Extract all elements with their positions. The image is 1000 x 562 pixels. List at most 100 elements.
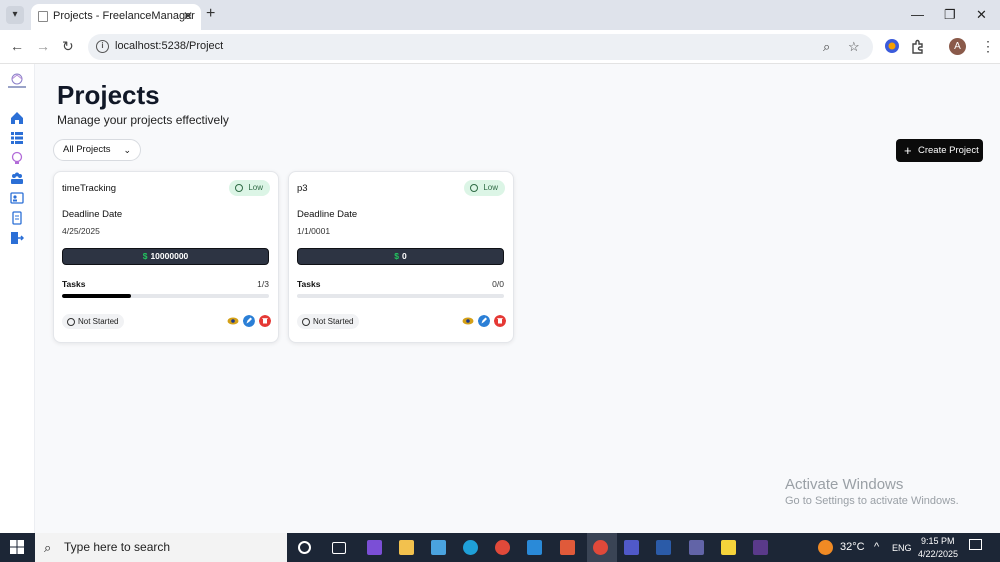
word-icon[interactable]: [656, 540, 671, 555]
media-app-icon[interactable]: [753, 540, 768, 555]
project-name: p3: [297, 183, 308, 194]
deadline-value: 4/25/2025: [62, 226, 100, 236]
notifications-icon[interactable]: [969, 539, 982, 550]
clients-icon[interactable]: [10, 191, 24, 205]
list-icon[interactable]: [10, 131, 24, 145]
delete-trash-icon[interactable]: [259, 315, 271, 327]
extensions-puzzle-icon[interactable]: [910, 38, 926, 54]
dollar-icon: $: [394, 251, 399, 261]
page-subtitle: Manage your projects effectively: [57, 113, 229, 127]
taskbar-search-placeholder: Type here to search: [64, 540, 171, 554]
tasks-progress-fill: [62, 294, 131, 298]
bookmark-star-icon[interactable]: ☆: [848, 39, 860, 55]
tasks-label: Tasks: [297, 279, 321, 289]
edit-pencil-icon[interactable]: [478, 315, 490, 327]
address-bar[interactable]: i localhost:5238/Project ⌕ ☆: [88, 34, 873, 60]
team-icon[interactable]: [10, 171, 24, 185]
tray-chevron-icon[interactable]: ^: [874, 541, 879, 553]
search-icon: ⌕: [44, 540, 52, 555]
view-eye-icon[interactable]: [462, 315, 474, 327]
edge-icon[interactable]: [463, 540, 478, 555]
home-icon[interactable]: [10, 111, 24, 125]
language-indicator[interactable]: ENG: [892, 543, 912, 553]
sticky-notes-icon[interactable]: [721, 540, 736, 555]
status-badge: Not Started: [62, 314, 125, 329]
window-close-button[interactable]: ✕: [976, 7, 987, 23]
bulb-icon[interactable]: [10, 151, 24, 165]
tab-search-button[interactable]: ▾: [6, 6, 24, 24]
weather-icon[interactable]: [818, 540, 833, 555]
create-project-button[interactable]: + Create Project: [896, 139, 983, 162]
url-text: localhost:5238/Project: [115, 40, 224, 52]
plus-icon: +: [904, 143, 912, 158]
deadline-label: Deadline Date: [297, 209, 358, 220]
tab-close-icon[interactable]: ✕: [183, 4, 193, 28]
clock-icon: [302, 317, 310, 326]
status-label: Not Started: [313, 317, 354, 326]
back-arrow-icon[interactable]: ←: [10, 38, 24, 54]
project-card: p3 Low Deadline Date 1/1/0001 $0 Tasks 0…: [288, 171, 514, 343]
tasks-count: 0/0: [492, 279, 504, 289]
clock-date[interactable]: 4/22/2025: [918, 549, 958, 559]
budget-bar: $10000000: [62, 248, 269, 265]
temperature[interactable]: 32°C: [840, 541, 865, 553]
activate-windows-subtitle: Go to Settings to activate Windows.: [785, 495, 959, 507]
browser-tab-bar: ▾ Projects - FreelanceManager ✕ + — ❐ ✕: [0, 0, 1000, 30]
create-project-label: Create Project: [918, 145, 979, 156]
teams-icon[interactable]: [624, 540, 639, 555]
check-circle-icon: [470, 184, 479, 192]
zoom-icon[interactable]: ⌕: [823, 39, 830, 55]
browser-toolbar: ← → ↻ i localhost:5238/Project ⌕ ☆ A ⋮: [0, 30, 1000, 64]
document-icon[interactable]: [10, 211, 24, 225]
new-tab-button[interactable]: +: [206, 5, 215, 23]
logout-icon[interactable]: [10, 231, 24, 245]
deadline-label: Deadline Date: [62, 209, 123, 220]
chrome-profile-icon[interactable]: [495, 540, 510, 555]
windows-taskbar: ⌕ Type here to search 32°C ^ ENG 9:15 PM…: [0, 533, 1000, 562]
app-sidebar: [0, 64, 35, 533]
tasks-label: Tasks: [62, 279, 86, 289]
reload-icon[interactable]: ↻: [62, 38, 74, 55]
project-filter-select[interactable]: All Projects ⌄: [53, 139, 141, 161]
edit-pencil-icon[interactable]: [243, 315, 255, 327]
visual-studio-icon[interactable]: [367, 540, 382, 555]
app-logo[interactable]: [5, 72, 29, 90]
snipping-tool-icon[interactable]: [431, 540, 446, 555]
task-view-icon[interactable]: [332, 542, 346, 554]
cortana-icon[interactable]: [298, 541, 311, 554]
tab-title: Projects - FreelanceManager: [53, 10, 195, 22]
forward-arrow-icon[interactable]: →: [36, 38, 50, 54]
filter-selected-value: All Projects: [63, 144, 111, 155]
tasks-count: 1/3: [257, 279, 269, 289]
priority-label: Low: [248, 183, 263, 192]
taskbar-search-box[interactable]: ⌕ Type here to search: [35, 533, 287, 562]
windows-app-icon[interactable]: [560, 540, 575, 555]
windows-start-icon[interactable]: [10, 540, 24, 554]
chevron-down-icon: ⌄: [123, 145, 131, 155]
delete-trash-icon[interactable]: [494, 315, 506, 327]
deadline-value: 1/1/0001: [297, 226, 331, 236]
clock-time[interactable]: 9:15 PM: [921, 536, 955, 546]
file-explorer-icon[interactable]: [399, 540, 414, 555]
status-badge: Not Started: [297, 314, 360, 329]
budget-bar: $0: [297, 248, 504, 265]
maximize-button[interactable]: ❐: [944, 7, 956, 23]
teams-work-icon[interactable]: [689, 540, 704, 555]
minimize-button[interactable]: —: [911, 7, 924, 22]
chrome-icon[interactable]: [593, 540, 608, 555]
browser-menu-icon[interactable]: ⋮: [981, 38, 995, 55]
activate-windows-title: Activate Windows: [785, 476, 904, 493]
budget-value: 10000000: [150, 251, 189, 261]
browser-tab[interactable]: Projects - FreelanceManager ✕: [31, 4, 201, 30]
vscode-icon[interactable]: [527, 540, 542, 555]
project-card: timeTracking Low Deadline Date 4/25/2025…: [53, 171, 279, 343]
view-eye-icon[interactable]: [227, 315, 239, 327]
dollar-icon: $: [142, 251, 148, 261]
site-info-icon[interactable]: i: [96, 40, 109, 53]
priority-label: Low: [483, 183, 498, 192]
page-favicon-icon: [38, 11, 48, 22]
profile-avatar[interactable]: A: [949, 38, 966, 55]
project-name: timeTracking: [62, 183, 117, 194]
extension-icon[interactable]: [884, 38, 900, 54]
tasks-progress-bar: [297, 294, 504, 298]
